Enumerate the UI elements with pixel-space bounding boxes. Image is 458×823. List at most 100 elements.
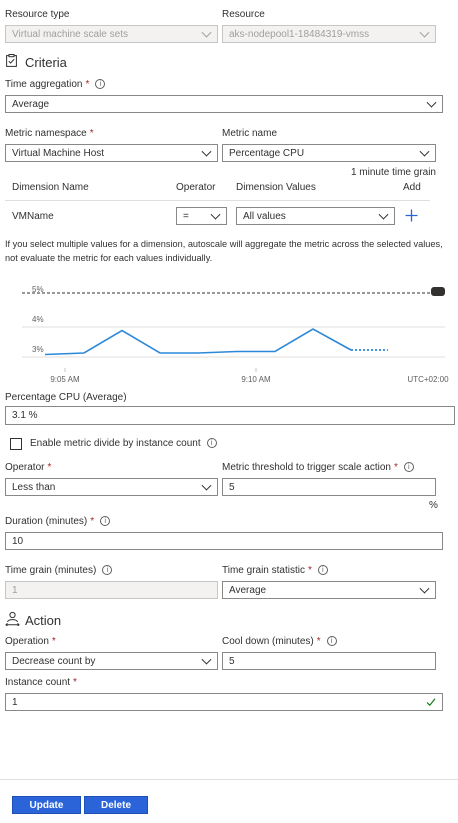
- chevron-down-icon: [201, 480, 212, 491]
- metric-name-select[interactable]: Percentage CPU: [222, 144, 436, 162]
- percentage-label: Percentage CPU (Average): [5, 392, 127, 403]
- action-title: Action: [25, 613, 62, 628]
- info-icon[interactable]: i: [95, 79, 106, 89]
- dimension-note: If you select multiple values for a dime…: [5, 239, 443, 263]
- threshold-value: 5: [229, 481, 235, 493]
- operation-select[interactable]: Decrease count by: [5, 652, 218, 670]
- instance-count-label: Instance count *: [5, 677, 77, 688]
- metric-name-value: Percentage CPU: [229, 147, 305, 159]
- chevron-down-icon: [378, 209, 389, 220]
- operation-label-text: Operation: [5, 636, 49, 647]
- time-grain-stat-label-text: Time grain statistic: [222, 565, 305, 576]
- threshold-input[interactable]: 5: [222, 478, 436, 496]
- dimension-values-value: All values: [243, 210, 286, 222]
- table-divider: [5, 200, 430, 201]
- scale-action-icon: [5, 611, 20, 627]
- info-icon[interactable]: i: [317, 565, 328, 575]
- duration-input[interactable]: 10: [5, 532, 443, 550]
- metric-namespace-value: Virtual Machine Host: [12, 147, 105, 159]
- threshold-unit: %: [429, 500, 438, 511]
- chevron-down-icon: [201, 146, 212, 157]
- threshold-label: Metric threshold to trigger scale action…: [222, 462, 414, 473]
- y-tick-label: 5%: [32, 285, 44, 294]
- chevron-down-icon: [419, 583, 430, 594]
- cooldown-input[interactable]: 5: [222, 652, 436, 670]
- dimension-values-header: Dimension Values: [236, 182, 316, 193]
- info-icon[interactable]: i: [100, 516, 111, 526]
- dimension-values-select[interactable]: All values: [236, 207, 395, 225]
- threshold-label-text: Metric threshold to trigger scale action: [222, 462, 391, 473]
- metric-name-label: Metric name: [222, 128, 278, 139]
- resource-type-select: Virtual machine scale sets: [5, 25, 218, 43]
- instance-count-input[interactable]: 1: [5, 693, 443, 711]
- info-icon[interactable]: i: [206, 438, 217, 448]
- duration-label-text: Duration (minutes): [5, 516, 88, 527]
- time-grain-stat-select[interactable]: Average: [222, 581, 436, 599]
- resource-type-label: Resource type: [5, 9, 70, 20]
- time-grain-stat-value: Average: [229, 584, 267, 596]
- threshold-marker: [431, 287, 445, 296]
- clipboard-check-icon: [6, 54, 17, 67]
- add-dimension-icon[interactable]: [405, 209, 418, 222]
- delete-button[interactable]: Delete: [84, 796, 148, 814]
- resource-select: aks-nodepool1-18484319-vmss: [222, 25, 436, 43]
- time-grain-label-text: Time grain (minutes): [5, 565, 97, 576]
- time-aggregation-select[interactable]: Average: [5, 95, 443, 113]
- required-marker: *: [51, 636, 56, 647]
- dimension-operator-select[interactable]: =: [176, 207, 227, 225]
- required-marker: *: [307, 565, 312, 576]
- chevron-down-icon: [419, 27, 430, 38]
- instance-count-label-text: Instance count: [5, 677, 71, 688]
- time-grain-value: 1: [12, 584, 18, 596]
- cooldown-label-text: Cool down (minutes): [222, 636, 314, 647]
- x-tick-label: 9:05 AM: [50, 375, 80, 384]
- operator-select[interactable]: Less than: [5, 478, 218, 496]
- time-grain-note: 1 minute time grain: [350, 167, 436, 178]
- info-icon[interactable]: i: [403, 462, 414, 472]
- divide-label: Enable metric divide by instance count i: [30, 438, 217, 449]
- info-icon[interactable]: i: [102, 565, 113, 575]
- time-grain-input: 1: [5, 581, 218, 599]
- required-marker: *: [89, 128, 94, 139]
- required-marker: *: [47, 462, 52, 473]
- percentage-value: 3.1 %: [12, 410, 38, 421]
- dimension-name-header: Dimension Name: [12, 182, 89, 193]
- operator-value: Less than: [12, 481, 56, 493]
- info-icon[interactable]: i: [326, 636, 337, 646]
- operator-label: Operator *: [5, 462, 51, 473]
- x-tick-label: UTC+02:00: [407, 375, 449, 384]
- required-marker: *: [73, 677, 77, 688]
- dimension-name-cell: VMName: [12, 211, 54, 222]
- time-aggregation-label-text: Time aggregation: [5, 79, 83, 90]
- operator-label-text: Operator: [5, 462, 45, 473]
- update-button[interactable]: Update: [12, 796, 81, 814]
- chevron-down-icon: [419, 146, 430, 157]
- operator-header: Operator: [176, 182, 216, 193]
- x-tick-label: 9:10 AM: [241, 375, 271, 384]
- resource-type-value: Virtual machine scale sets: [12, 28, 128, 40]
- cooldown-label: Cool down (minutes) * i: [222, 636, 337, 647]
- criteria-title: Criteria: [25, 55, 67, 70]
- metric-namespace-label: Metric namespace *: [5, 128, 94, 139]
- instance-count-value: 1: [12, 696, 18, 708]
- cooldown-value: 5: [229, 655, 235, 667]
- time-grain-label: Time grain (minutes) i: [5, 565, 113, 576]
- chevron-down-icon: [201, 27, 212, 38]
- time-grain-stat-label: Time grain statistic * i: [222, 565, 328, 576]
- y-tick-label: 4%: [32, 315, 44, 324]
- chevron-down-icon: [201, 654, 212, 665]
- divide-label-text: Enable metric divide by instance count: [30, 438, 201, 449]
- required-marker: *: [393, 462, 398, 473]
- divide-checkbox[interactable]: [10, 438, 22, 450]
- resource-value: aks-nodepool1-18484319-vmss: [229, 28, 370, 40]
- metric-chart: 5% 4% 3% 9:05 AM 9:10 AM UTC+02:00: [22, 285, 449, 384]
- metric-namespace-select[interactable]: Virtual Machine Host: [5, 144, 218, 162]
- required-marker: *: [316, 636, 321, 647]
- chevron-down-icon: [426, 97, 437, 108]
- dimension-operator-value: =: [183, 210, 189, 222]
- required-marker: *: [85, 79, 90, 90]
- duration-value: 10: [12, 535, 24, 547]
- operation-value: Decrease count by: [12, 655, 96, 667]
- time-aggregation-value: Average: [12, 98, 50, 110]
- percentage-field: 3.1 %: [5, 406, 455, 425]
